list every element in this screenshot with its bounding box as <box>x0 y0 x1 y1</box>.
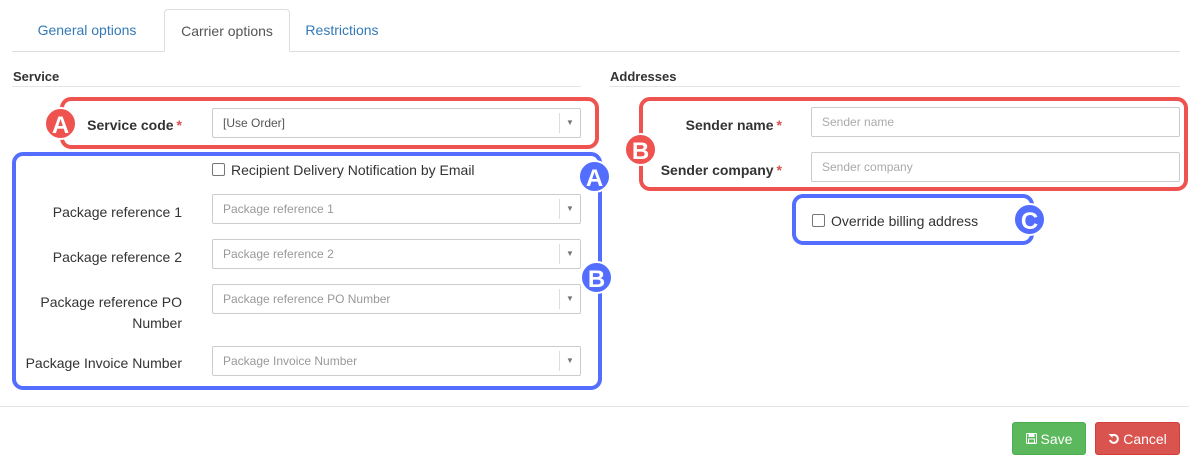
floppy-disk-icon <box>1025 424 1037 457</box>
tab-carrier-options[interactable]: Carrier options <box>164 9 290 52</box>
footer-divider <box>0 406 1189 407</box>
annotation-box-red-a <box>60 97 599 149</box>
tab-general-options[interactable]: General options <box>12 9 162 50</box>
service-divider <box>12 86 581 87</box>
tab-bar: General options Carrier options Restrict… <box>12 9 1180 52</box>
undo-icon <box>1108 424 1120 457</box>
service-section-title: Service <box>13 69 60 84</box>
annotation-box-blue-c <box>792 194 1034 245</box>
annotation-badge-blue-b: B <box>580 261 613 294</box>
addresses-section-title: Addresses <box>610 69 677 84</box>
annotation-box-blue-ab <box>12 152 602 390</box>
save-button-label: Save <box>1040 431 1073 447</box>
annotation-badge-red-a: A <box>44 107 77 140</box>
cancel-button-label: Cancel <box>1123 431 1167 447</box>
annotation-badge-red-b: B <box>624 133 657 166</box>
annotation-box-red-b <box>639 97 1188 191</box>
addresses-divider <box>609 86 1180 87</box>
cancel-button[interactable]: Cancel <box>1095 422 1180 455</box>
annotation-badge-blue-a: A <box>578 160 611 193</box>
annotation-badge-blue-c: C <box>1013 203 1046 236</box>
save-button[interactable]: Save <box>1012 422 1086 455</box>
tab-restrictions[interactable]: Restrictions <box>292 9 392 50</box>
